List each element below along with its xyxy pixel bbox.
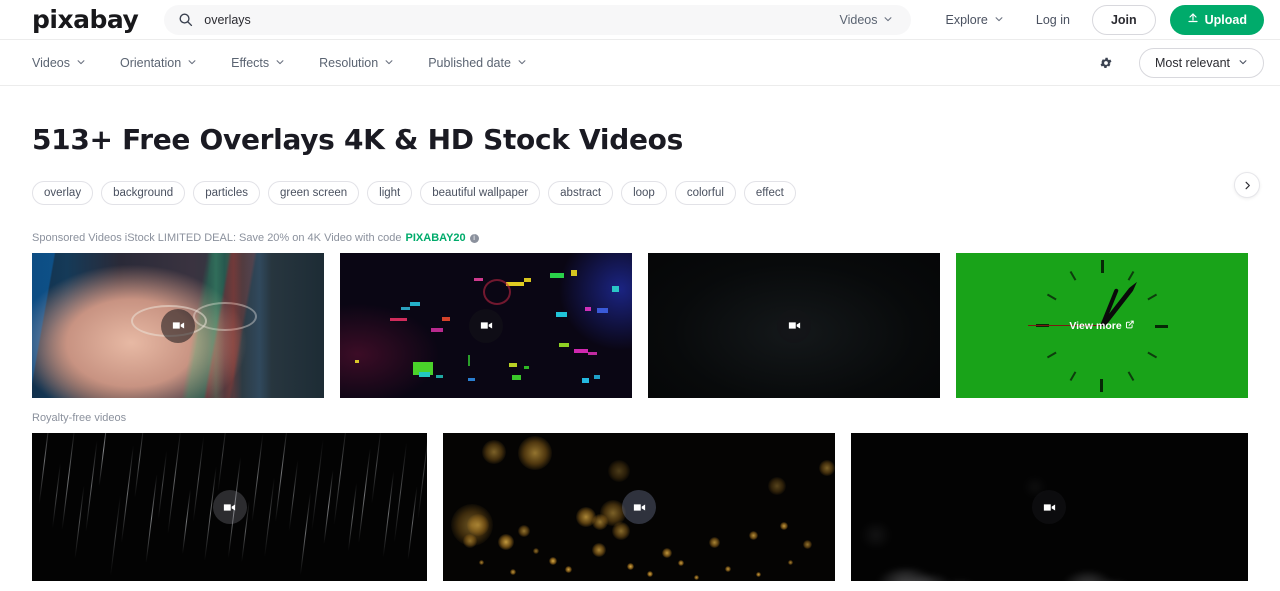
upload-label: Upload xyxy=(1204,12,1247,27)
sponsored-notice-text: Sponsored Videos iStock LIMITED DEAL: Sa… xyxy=(32,232,402,244)
video-card-sponsored-4[interactable]: View more xyxy=(956,253,1248,398)
section-label-royalty-free: Royalty-free videos xyxy=(32,412,127,424)
pixabay-logo[interactable]: pixabay xyxy=(32,7,139,32)
video-card-sponsored-3[interactable] xyxy=(648,253,940,398)
video-card-free-1[interactable] xyxy=(32,433,428,581)
tag-chip[interactable]: abstract xyxy=(548,181,614,205)
chevron-down-icon xyxy=(883,13,893,27)
filter-published-date[interactable]: Published date xyxy=(428,56,527,70)
video-thumbnail-image xyxy=(850,433,1248,581)
tag-chip[interactable]: light xyxy=(367,181,413,205)
video-thumbnail-image xyxy=(648,253,940,398)
filter-effects-label: Effects xyxy=(231,55,270,70)
header-nav: Explore Log in Join Upload xyxy=(929,4,1264,35)
tag-chip-row: overlay background particles green scree… xyxy=(32,172,1260,205)
video-thumbnail-image xyxy=(32,253,324,398)
chevron-down-icon xyxy=(517,56,527,70)
tag-chip[interactable]: colorful xyxy=(674,181,736,205)
nav-explore[interactable]: Explore xyxy=(929,13,1019,27)
chevron-right-icon[interactable] xyxy=(1234,172,1260,198)
gear-icon[interactable] xyxy=(1093,50,1119,76)
chevron-down-icon xyxy=(384,56,394,70)
upload-button[interactable]: Upload xyxy=(1169,4,1264,35)
search-media-type-label: Videos xyxy=(839,12,878,27)
main-content: 513+ Free Overlays 4K & HD Stock Videos … xyxy=(0,123,1280,581)
chevron-down-icon xyxy=(994,13,1004,27)
video-card-free-2[interactable] xyxy=(443,433,835,581)
filter-videos-label: Videos xyxy=(32,55,70,70)
video-thumbnail-image xyxy=(340,253,632,398)
external-link-icon xyxy=(1126,320,1135,332)
page-title: 513+ Free Overlays 4K & HD Stock Videos xyxy=(32,123,683,156)
search-icon xyxy=(178,12,193,27)
filter-resolution-label: Resolution xyxy=(319,55,379,70)
chevron-down-icon xyxy=(76,56,86,70)
join-button[interactable]: Join xyxy=(1091,4,1156,35)
royalty-free-video-grid xyxy=(32,433,1248,581)
tag-chip[interactable]: loop xyxy=(621,181,667,205)
filter-published-date-label: Published date xyxy=(428,55,511,70)
thumbnail-detail xyxy=(131,305,208,338)
filter-effects[interactable]: Effects xyxy=(231,56,285,70)
site-header: pixabay Videos Explore Log in Join xyxy=(0,0,1280,40)
tag-chip[interactable]: effect xyxy=(743,181,796,205)
sponsored-video-grid: View more xyxy=(32,253,1248,398)
filter-orientation-label: Orientation xyxy=(120,55,182,70)
tag-chip[interactable]: green screen xyxy=(268,181,360,205)
filter-resolution[interactable]: Resolution xyxy=(319,56,394,70)
view-more-link[interactable]: View more xyxy=(1069,319,1135,332)
sponsored-notice: Sponsored Videos iStock LIMITED DEAL: Sa… xyxy=(32,232,1248,244)
video-card-sponsored-2[interactable] xyxy=(340,253,632,398)
video-card-sponsored-1[interactable] xyxy=(32,253,324,398)
sort-dropdown[interactable]: Most relevant xyxy=(1138,47,1264,78)
tag-chip[interactable]: background xyxy=(101,181,186,205)
tag-chip[interactable]: overlay xyxy=(32,181,94,205)
filter-bar: Videos Orientation Effects Resolution Pu… xyxy=(0,40,1280,86)
video-thumbnail-image xyxy=(32,433,428,581)
sort-label: Most relevant xyxy=(1154,55,1230,70)
search-media-type-dropdown[interactable]: Videos xyxy=(827,7,905,33)
nav-login[interactable]: Log in xyxy=(1020,13,1086,27)
chevron-down-icon xyxy=(187,56,197,70)
sponsored-promo-code: PIXABAY20 xyxy=(405,232,466,244)
search-bar[interactable]: Videos xyxy=(164,4,912,35)
thumbnail-detail xyxy=(192,302,257,332)
chevron-down-icon xyxy=(1238,56,1248,70)
info-icon[interactable]: i xyxy=(469,233,479,243)
search-input[interactable] xyxy=(204,12,828,27)
chevron-down-icon xyxy=(275,56,285,70)
upload-icon xyxy=(1187,12,1199,27)
view-more-label: View more xyxy=(1069,319,1122,332)
filter-orientation[interactable]: Orientation xyxy=(120,56,197,70)
filter-videos[interactable]: Videos xyxy=(32,56,86,70)
video-thumbnail-image xyxy=(443,433,835,581)
video-card-free-3[interactable] xyxy=(850,433,1248,581)
nav-explore-label: Explore xyxy=(945,12,988,27)
tag-chip[interactable]: beautiful wallpaper xyxy=(420,181,541,205)
tag-chip[interactable]: particles xyxy=(193,181,261,205)
